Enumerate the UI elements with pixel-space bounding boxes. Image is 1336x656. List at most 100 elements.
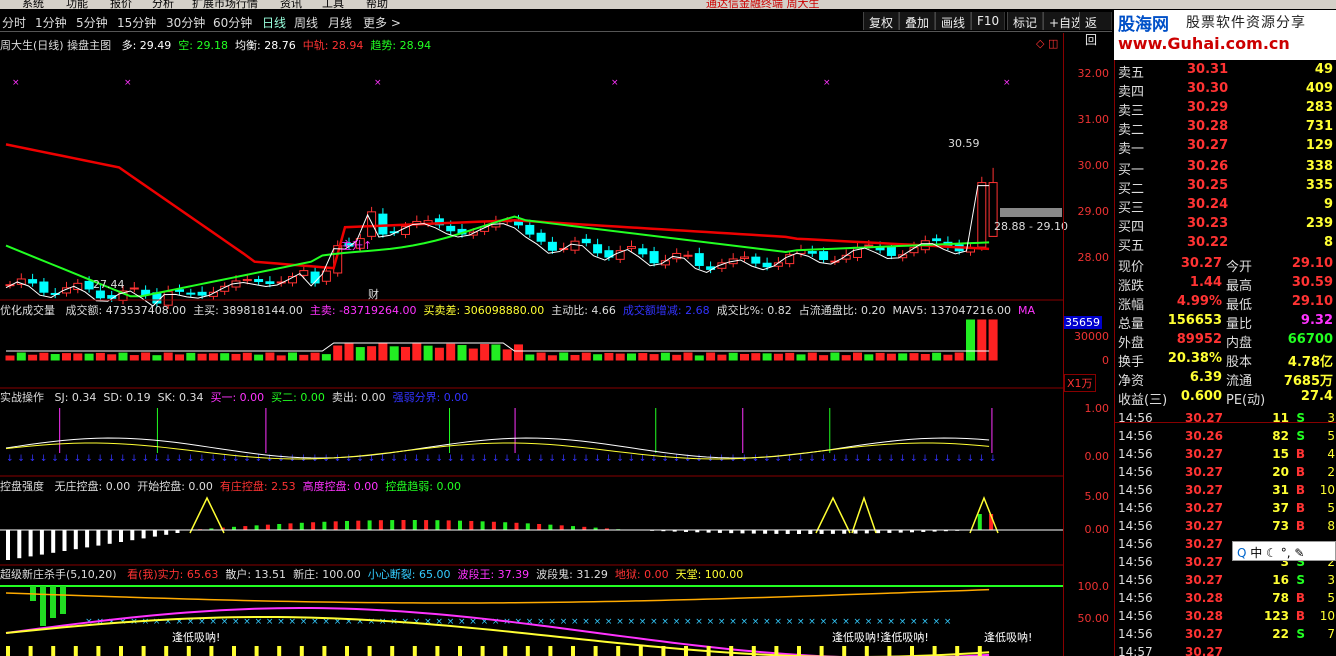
menu-item[interactable]: 帮助: [366, 0, 388, 9]
bid-row[interactable]: 买五 30.22 8: [1115, 233, 1336, 254]
bid-label: 买五: [1118, 239, 1145, 254]
period-tab[interactable]: 周线: [294, 14, 318, 31]
control-bar: [152, 530, 157, 537]
ask-row[interactable]: 卖二 30.28 731: [1115, 117, 1336, 138]
volume-bar: [547, 355, 557, 361]
ime-punct-icon[interactable]: °,: [1281, 546, 1291, 560]
stat-row[interactable]: 收益(三) 0.600 PE(动) 27.4: [1115, 387, 1336, 408]
menu-bar: 系统 功能 报价 分析 扩展市场行情 资讯 工具 帮助 通达信金融终端 周大生: [0, 0, 1336, 9]
killer-bottom-bar: [751, 646, 756, 656]
ask-row[interactable]: 卖一 30.27 129: [1115, 136, 1336, 157]
period-tab[interactable]: 60分钟: [213, 14, 252, 31]
overlay-button[interactable]: 叠加: [899, 12, 936, 30]
stat-row[interactable]: 现价 30.27 今开 29.10: [1115, 254, 1336, 275]
killer-value: 波段王: 37.39: [457, 568, 530, 581]
bid-row[interactable]: 买二 30.25 335: [1115, 176, 1336, 197]
tick-row: 14:56 30.27 15 B 4: [1115, 445, 1336, 463]
arrow-marker: ↓: [51, 454, 59, 464]
period-tab[interactable]: 分时: [2, 14, 26, 31]
arrow-marker: ↓: [910, 454, 918, 464]
chart-area[interactable]: × × × × × × ↓ ↓ ↓ ↓ ↓ ↓ ↓ ↓ ↓ ↓ ↓ ↓ ↓ ↓ ↓ ↓ ↓ ↓ ↓ ↓ ↓ ↓ ↓ ↓ ↓ ↓ ↓ ↓ ↓ ↓ ↓ ↓ ↓…: [0, 33, 1063, 656]
tick-volume: 123: [1263, 609, 1289, 623]
ime-toolbar[interactable]: Q 中 ☾ °, ✎: [1232, 541, 1336, 561]
tick-time: 14:56: [1118, 609, 1153, 623]
ime-moon-icon[interactable]: ☾: [1266, 546, 1277, 560]
arrow-marker: ↓: [153, 454, 161, 464]
period-tab[interactable]: 5分钟: [76, 14, 108, 31]
volume-bar: [107, 354, 117, 361]
back-button[interactable]: 返回: [1079, 12, 1112, 47]
menu-item[interactable]: 分析: [152, 0, 174, 9]
stat-row[interactable]: 涨跌 1.44 最高 30.59: [1115, 273, 1336, 294]
stat-row[interactable]: 涨幅 4.99% 最低 29.10: [1115, 292, 1336, 313]
arrow-marker: ↓: [605, 454, 613, 464]
menu-item[interactable]: 工具: [322, 0, 344, 9]
menu-item[interactable]: 报价: [110, 0, 132, 9]
stat-row[interactable]: 换手 20.38% 股本 4.78亿: [1115, 349, 1336, 370]
period-tab-active[interactable]: 日线: [262, 14, 286, 31]
pane-control-icons[interactable]: ◇ ◫: [1036, 37, 1058, 50]
menu-item[interactable]: 功能: [66, 0, 88, 9]
main-pane-header: 周大生(日线) 操盘主图 多: 29.49 空: 29.18 均衡: 28.76 中轨…: [0, 37, 431, 53]
tick-price: 30.27: [1185, 645, 1223, 656]
arrow-marker: ↓: [571, 454, 579, 464]
arrow-marker: ↓: [854, 454, 862, 464]
x-marker: ×: [944, 617, 952, 627]
period-tab[interactable]: 1分钟: [35, 14, 67, 31]
control-value: 控盘趋弱: 0.00: [385, 480, 462, 493]
signal-marker: ×: [124, 78, 132, 88]
bid-price: 30.26: [1187, 159, 1229, 174]
volume-bar: [909, 353, 919, 361]
restore-rights-button[interactable]: 复权: [863, 12, 900, 30]
volume-bar: [5, 355, 15, 361]
ask-row[interactable]: 卖四 30.30 409: [1115, 79, 1336, 100]
vol-value: 主买: 389818144.00: [193, 304, 303, 317]
period-tab[interactable]: 30分钟: [166, 14, 205, 31]
ime-search-icon[interactable]: Q: [1237, 546, 1246, 560]
main-value: 中轨: 28.94: [302, 39, 364, 52]
draw-line-button[interactable]: 画线: [935, 12, 972, 30]
volume-bar: [943, 354, 953, 361]
x-marker: ×: [899, 617, 907, 627]
killer-bottom-bar: [254, 646, 259, 656]
menu-item[interactable]: 扩展市场行情: [192, 0, 258, 9]
x-marker: ×: [594, 617, 602, 627]
tick-side: B: [1295, 591, 1305, 605]
stat-row[interactable]: 总量 156653 量比 9.32: [1115, 311, 1336, 332]
stat-row[interactable]: 外盘 89952 内盘 66700: [1115, 330, 1336, 351]
arrow-marker: ↓: [842, 454, 850, 464]
killer-bottom-bar: [864, 646, 869, 656]
trade-value: 卖出: 0.00: [331, 391, 386, 404]
period-more[interactable]: 更多 >: [363, 14, 401, 31]
ask-price: 30.28: [1187, 119, 1229, 134]
ask-row[interactable]: 卖五 30.31 49: [1115, 60, 1336, 81]
arrow-marker: ↓: [763, 454, 771, 464]
menu-item[interactable]: 资讯: [280, 0, 302, 9]
tick-count: 8: [1327, 519, 1335, 533]
f10-button[interactable]: F10: [971, 12, 1006, 30]
ime-tool-icon[interactable]: ✎: [1294, 546, 1304, 560]
bid-row[interactable]: 买一 30.26 338: [1115, 157, 1336, 178]
dip-buy-label: 逢低吸呐!: [172, 631, 221, 644]
menu-item[interactable]: 系统: [22, 0, 44, 9]
ime-mode-label[interactable]: 中: [1250, 546, 1262, 560]
period-tab[interactable]: 月线: [328, 14, 352, 31]
killer-value: 散户: 13.51: [225, 568, 287, 581]
x-marker: ×: [763, 617, 771, 627]
ma-red-line: [5, 143, 990, 270]
control-bar: [345, 520, 349, 530]
tick-price: 30.27: [1185, 627, 1223, 641]
bid-row[interactable]: 买四 30.23 239: [1115, 214, 1336, 235]
volume-bar: [197, 353, 207, 361]
killer-pane-title: 超级新庄杀手(5,10,20): [0, 568, 117, 581]
killer-bottom-bar: [797, 646, 801, 656]
ma-green-line: [5, 215, 990, 298]
period-tab[interactable]: 15分钟: [117, 14, 156, 31]
volume-bar: [672, 354, 682, 361]
mark-button[interactable]: 标记: [1007, 12, 1044, 30]
vol-value: 成交额: 473537408.00: [65, 304, 187, 317]
ask-row[interactable]: 卖三 30.29 283: [1115, 98, 1336, 119]
stat-row[interactable]: 净资 6.39 流通 7685万: [1115, 368, 1336, 389]
killer-bottom-bar: [548, 646, 553, 656]
bid-row[interactable]: 买三 30.24 9: [1115, 195, 1336, 216]
